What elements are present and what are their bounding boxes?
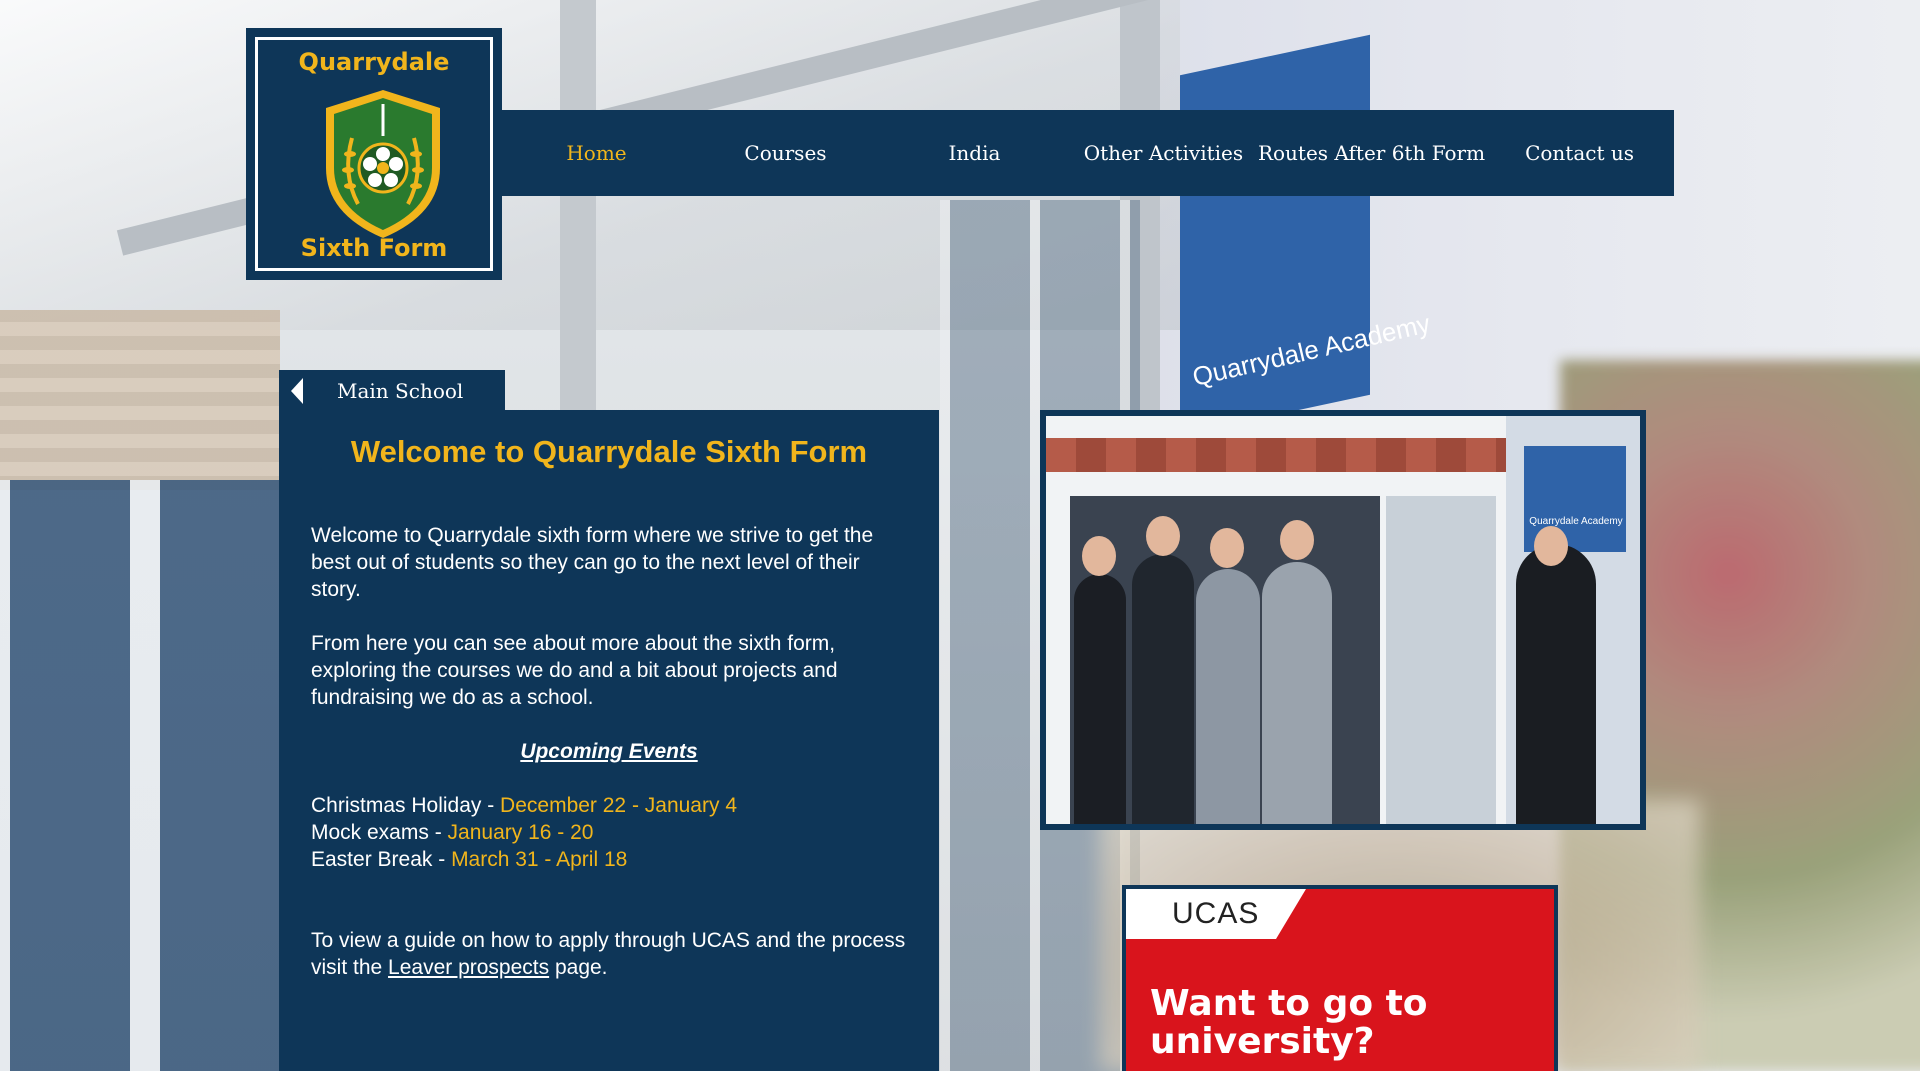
nav-item-courses[interactable]: Courses: [691, 141, 880, 165]
nav-item-india[interactable]: India: [880, 141, 1069, 165]
upcoming-events-heading: Upcoming Events: [520, 740, 698, 763]
academy-plaque-text: Quarrydale Academy: [1529, 516, 1623, 527]
welcome-title: Welcome to Quarrydale Sixth Form: [350, 434, 868, 469]
leaver-prospects-link[interactable]: Leaver prospects: [388, 956, 549, 979]
nav-item-routes-after-6th-form[interactable]: Routes After 6th Form: [1258, 141, 1485, 165]
welcome-panel: Welcome to Quarrydale Sixth Form Welcome…: [279, 410, 939, 1071]
nav-item-contact-us[interactable]: Contact us: [1485, 141, 1674, 165]
nav-item-home[interactable]: Home: [502, 141, 691, 165]
event-name: Mock exams -: [311, 821, 448, 844]
event-name: Easter Break -: [311, 848, 452, 871]
nav-item-other-activities[interactable]: Other Activities: [1069, 141, 1258, 165]
event-item: Mock exams - January 16 - 20: [311, 819, 907, 846]
ucas-logo: UCAS: [1172, 897, 1260, 930]
events-list: Christmas Holiday - December 22 - Januar…: [311, 792, 907, 873]
event-item: Christmas Holiday - December 22 - Januar…: [311, 792, 907, 819]
ucas-guide-text: To view a guide on how to apply through …: [311, 927, 907, 981]
main-school-link[interactable]: Main School: [279, 370, 505, 412]
welcome-paragraph-1: Welcome to Quarrydale sixth form where w…: [311, 524, 874, 601]
event-name: Christmas Holiday -: [311, 794, 501, 817]
ucas-headline: Want to go to university?: [1150, 983, 1428, 1062]
site-logo[interactable]: Quarrydale Sixth Form: [246, 28, 502, 280]
event-date: March 31 - April 18: [451, 848, 628, 871]
main-nav: Home Courses India Other Activities Rout…: [502, 110, 1674, 196]
logo-bottom-text: Sixth Form: [300, 234, 448, 262]
logo-top-text: Quarrydale: [298, 48, 450, 76]
back-arrow-icon: [291, 378, 303, 404]
event-item: Easter Break - March 31 - April 18: [311, 846, 907, 873]
welcome-paragraph-2: From here you can see about more about t…: [311, 632, 838, 709]
event-date: December 22 - January 4: [500, 794, 737, 817]
students-photo: Quarrydale Academy: [1040, 410, 1646, 830]
main-school-label: Main School: [337, 379, 464, 403]
shield-crest-icon: [326, 90, 440, 238]
ucas-advert[interactable]: UCAS Want to go to university?: [1122, 885, 1558, 1071]
ucas-text-after: page.: [549, 956, 608, 979]
event-date: January 16 - 20: [447, 821, 594, 844]
